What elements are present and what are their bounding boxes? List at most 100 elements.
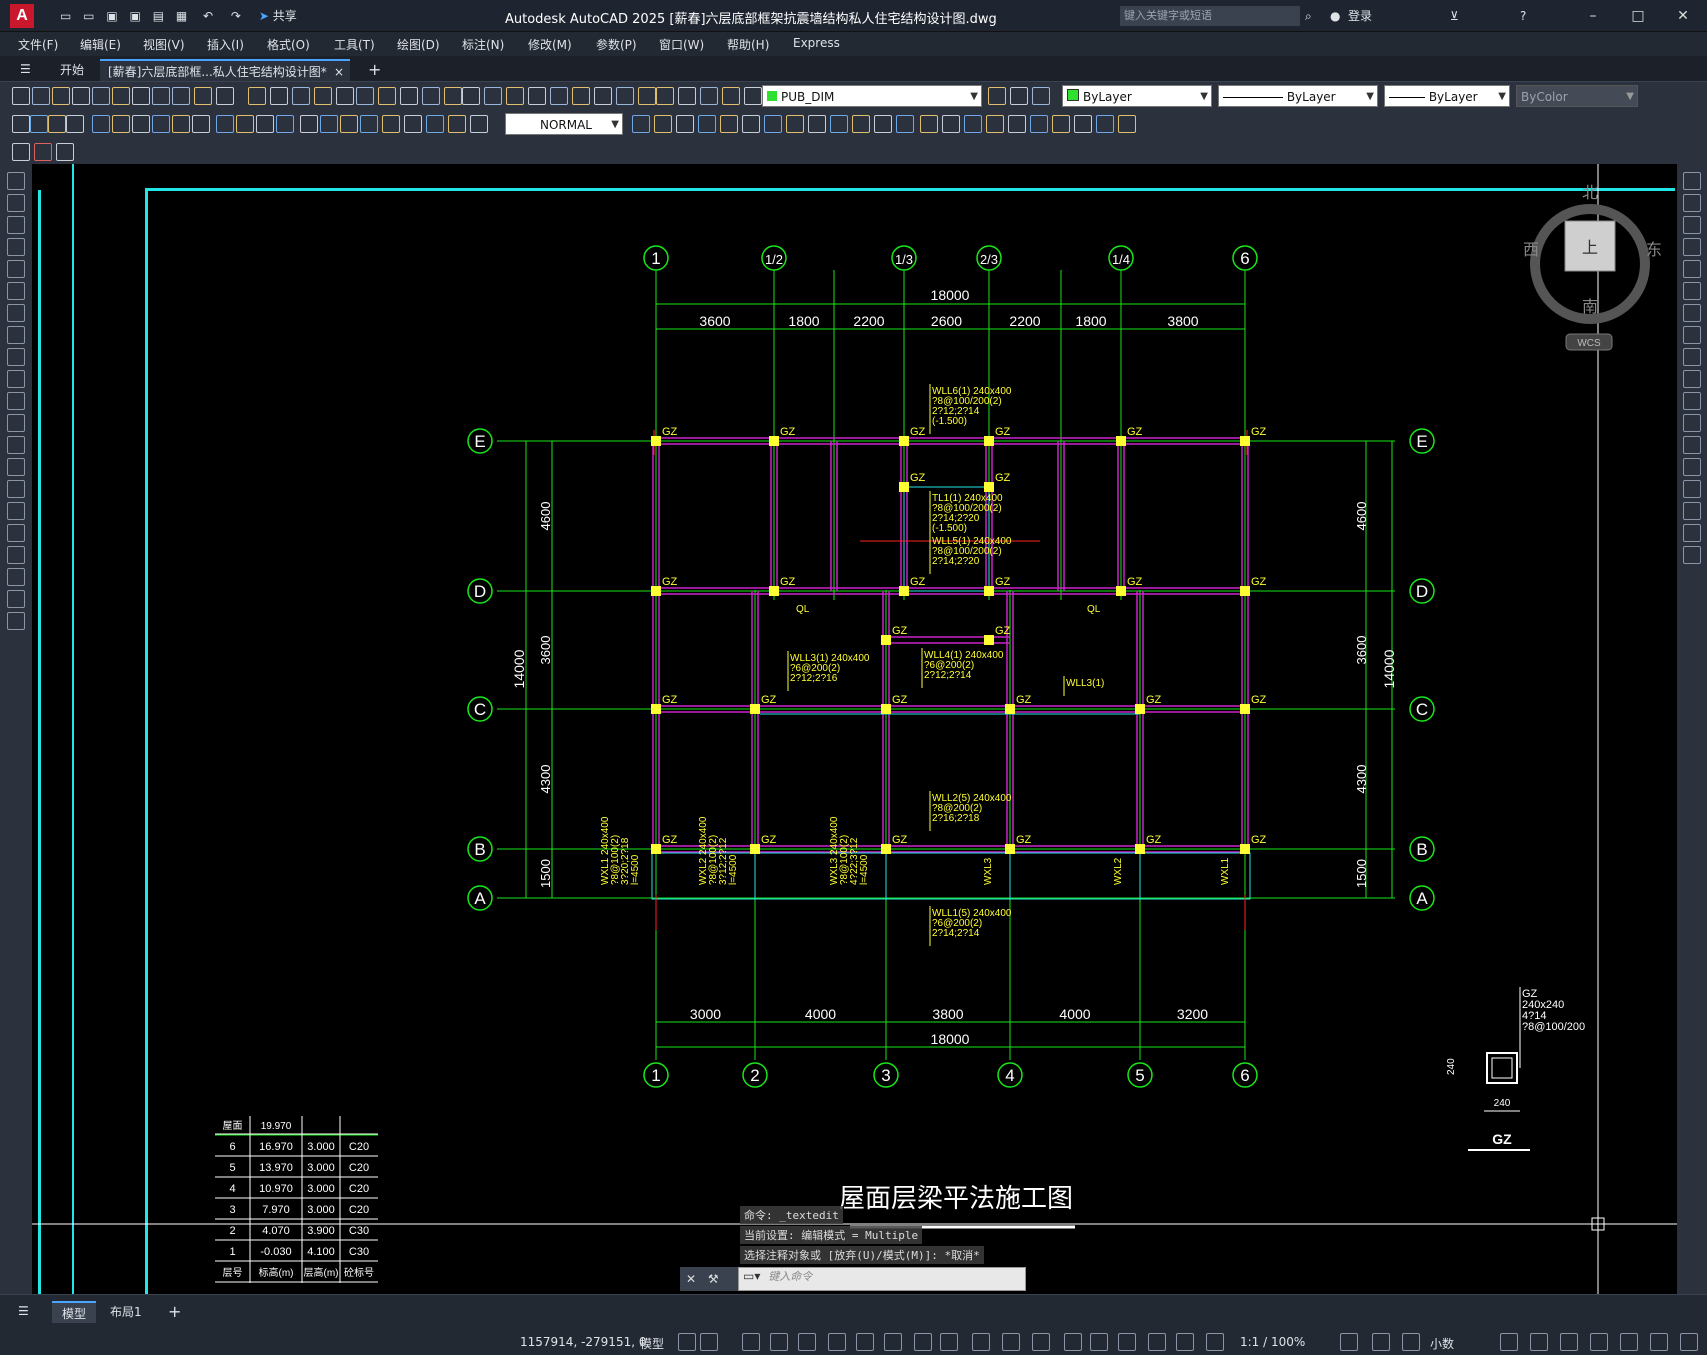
toolbar-icon[interactable] bbox=[830, 115, 848, 133]
annotation-scale[interactable]: 1:1 / 100% bbox=[1240, 1335, 1305, 1349]
status-toggle-icon[interactable] bbox=[1372, 1333, 1390, 1351]
login-link[interactable]: 登录 bbox=[1348, 6, 1372, 26]
toolbar-icon[interactable] bbox=[12, 87, 30, 105]
modify-tool-icon[interactable] bbox=[1683, 326, 1701, 344]
toolbar-icon[interactable] bbox=[270, 87, 288, 105]
status-toggle-icon[interactable] bbox=[798, 1333, 816, 1351]
command-prompt-icon[interactable]: ▭▾ bbox=[739, 1269, 764, 1283]
toolbar-icon[interactable] bbox=[698, 115, 716, 133]
toolbar-icon[interactable] bbox=[742, 115, 760, 133]
toolbar-icon[interactable] bbox=[616, 87, 634, 105]
status-toggle-icon[interactable] bbox=[700, 1333, 718, 1351]
status-toggle-icon[interactable] bbox=[1064, 1333, 1082, 1351]
toolbar-icon[interactable] bbox=[470, 115, 488, 133]
status-toggle-icon[interactable] bbox=[1530, 1333, 1548, 1351]
toolbar-icon[interactable] bbox=[236, 115, 254, 133]
toolbar-icon[interactable] bbox=[320, 115, 338, 133]
toolbar-icon[interactable] bbox=[422, 87, 440, 105]
draw-tool-icon[interactable] bbox=[7, 524, 25, 542]
menu-item[interactable]: 工具(T) bbox=[334, 36, 375, 53]
toolbar-icon[interactable] bbox=[744, 87, 762, 105]
tab-layout1[interactable]: 布局1 bbox=[100, 1301, 152, 1323]
toolbar-icon[interactable] bbox=[1030, 115, 1048, 133]
menu-item[interactable]: 视图(V) bbox=[143, 36, 185, 53]
draw-tool-icon[interactable] bbox=[7, 502, 25, 520]
lineweight-dropdown[interactable]: ByLayer ▼ bbox=[1384, 85, 1510, 107]
toolbar-icon[interactable] bbox=[378, 87, 396, 105]
app-menu-icon[interactable]: ☰ bbox=[20, 59, 31, 79]
toolbar-icon[interactable] bbox=[462, 87, 480, 105]
toolbar-icon[interactable] bbox=[656, 87, 674, 105]
toolbar-icon[interactable] bbox=[506, 87, 524, 105]
share-icon[interactable]: ➤ bbox=[259, 9, 269, 23]
toolbar-icon[interactable] bbox=[720, 115, 738, 133]
status-toggle-icon[interactable] bbox=[914, 1333, 932, 1351]
toolbar-icon[interactable] bbox=[248, 87, 266, 105]
modify-tool-icon[interactable] bbox=[1683, 282, 1701, 300]
textstyle-dropdown[interactable]: NORMAL ▼ bbox=[505, 113, 623, 135]
toolbar-icon[interactable] bbox=[1032, 87, 1050, 105]
toolbar-icon[interactable] bbox=[56, 143, 74, 161]
modify-tool-icon[interactable] bbox=[1683, 172, 1701, 190]
menu-item[interactable]: 窗口(W) bbox=[659, 36, 704, 53]
status-toggle-icon[interactable] bbox=[1032, 1333, 1050, 1351]
menu-item[interactable]: 编辑(E) bbox=[80, 36, 121, 53]
search-input[interactable]: 键入关键字或短语 bbox=[1120, 6, 1300, 26]
status-toggle-icon[interactable] bbox=[742, 1333, 760, 1351]
modify-tool-icon[interactable] bbox=[1683, 480, 1701, 498]
status-toggle-icon[interactable] bbox=[940, 1333, 958, 1351]
toolbar-icon[interactable] bbox=[48, 115, 66, 133]
menu-item[interactable]: 插入(I) bbox=[207, 36, 244, 53]
status-toggle-icon[interactable] bbox=[884, 1333, 902, 1351]
toolbar-icon[interactable] bbox=[256, 115, 274, 133]
draw-tool-icon[interactable] bbox=[7, 194, 25, 212]
tab-model[interactable]: 模型 bbox=[52, 1301, 97, 1323]
draw-tool-icon[interactable] bbox=[7, 568, 25, 586]
draw-tool-icon[interactable] bbox=[7, 414, 25, 432]
toolbar-icon[interactable] bbox=[152, 87, 170, 105]
modify-tool-icon[interactable] bbox=[1683, 304, 1701, 322]
menu-item[interactable]: 格式(O) bbox=[267, 36, 310, 53]
toolbar-icon[interactable] bbox=[678, 87, 696, 105]
draw-tool-icon[interactable] bbox=[7, 458, 25, 476]
linetype-dropdown[interactable]: ByLayer ▼ bbox=[1218, 85, 1378, 107]
toolbar-icon[interactable] bbox=[12, 115, 30, 133]
toolbar-icon[interactable] bbox=[896, 115, 914, 133]
status-toggle-icon[interactable] bbox=[1090, 1333, 1108, 1351]
draw-tool-icon[interactable] bbox=[7, 370, 25, 388]
modify-tool-icon[interactable] bbox=[1683, 392, 1701, 410]
draw-tool-icon[interactable] bbox=[7, 392, 25, 410]
toolbar-icon[interactable] bbox=[72, 87, 90, 105]
new-icon[interactable]: ▭ bbox=[60, 9, 71, 23]
toolbar-icon[interactable] bbox=[92, 87, 110, 105]
toolbar-icon[interactable] bbox=[52, 87, 70, 105]
status-toggle-icon[interactable] bbox=[1176, 1333, 1194, 1351]
layer-dropdown[interactable]: PUB_DIM ▼ bbox=[762, 85, 982, 107]
toolbar-icon[interactable] bbox=[1008, 115, 1026, 133]
modify-tool-icon[interactable] bbox=[1683, 524, 1701, 542]
toolbar-icon[interactable] bbox=[722, 87, 740, 105]
search-icon[interactable]: ⌕ bbox=[1305, 6, 1312, 26]
toolbar-icon[interactable] bbox=[132, 87, 150, 105]
status-toggle-icon[interactable] bbox=[1590, 1333, 1608, 1351]
drawing-canvas[interactable]: GZ GZ GZ GZ GZ GZ GZ GZ GZ GZ GZ GZ GZ GZ GZ GZ GZ GZ GZ GZ… bbox=[32, 164, 1677, 1294]
wrench-icon[interactable]: ⚒ bbox=[708, 1272, 719, 1286]
tab-close-icon[interactable]: × bbox=[334, 61, 344, 83]
modify-tool-icon[interactable] bbox=[1683, 502, 1701, 520]
toolbar-icon[interactable] bbox=[112, 87, 130, 105]
draw-tool-icon[interactable] bbox=[7, 480, 25, 498]
draw-tool-icon[interactable] bbox=[7, 326, 25, 344]
new-tab-button[interactable]: + bbox=[360, 59, 389, 81]
toolbar-icon[interactable] bbox=[764, 115, 782, 133]
coordinate-readout[interactable]: 1157914, -279151, 0 bbox=[520, 1335, 646, 1349]
status-toggle-icon[interactable] bbox=[1500, 1333, 1518, 1351]
toolbar-icon[interactable] bbox=[1010, 87, 1028, 105]
draw-tool-icon[interactable] bbox=[7, 216, 25, 234]
toolbar-icon[interactable] bbox=[426, 115, 444, 133]
close-icon[interactable]: ✕ bbox=[686, 1272, 696, 1286]
plotstyle-dropdown[interactable]: ByColor ▼ bbox=[1516, 85, 1638, 107]
toolbar-icon[interactable] bbox=[594, 87, 612, 105]
toolbar-icon[interactable] bbox=[152, 115, 170, 133]
toolbar-icon[interactable] bbox=[1096, 115, 1114, 133]
toolbar-icon[interactable] bbox=[786, 115, 804, 133]
